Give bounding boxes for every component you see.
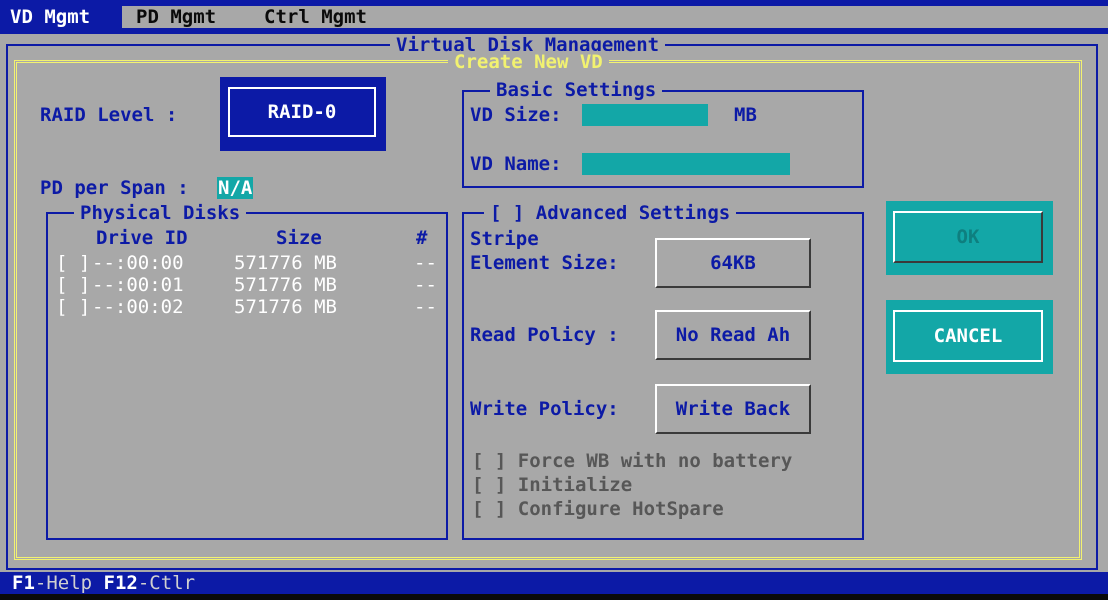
read-policy-label: Read Policy : (470, 324, 619, 346)
f12-key: F12 (103, 572, 138, 594)
configure-hotspare-checkbox[interactable]: [ ] Configure HotSpare (472, 498, 724, 520)
row-num: -- (414, 274, 437, 296)
vd-size-unit: MB (734, 104, 757, 126)
stripe-element-size-label: Element Size: (470, 252, 619, 274)
initialize-checkbox[interactable]: [ ] Initialize (472, 474, 632, 496)
row-checkbox[interactable]: [ ] (56, 252, 90, 274)
row-size: 571776 MB (234, 296, 337, 318)
row-size: 571776 MB (234, 252, 337, 274)
ctlr-text: -Ctlr (137, 572, 196, 594)
physical-disks-title: Physical Disks (74, 202, 247, 224)
pd-per-span-label: PD per Span : (40, 177, 189, 199)
vd-name-input[interactable] (582, 153, 790, 175)
write-policy-label: Write Policy: (470, 398, 619, 420)
raid-level-select[interactable]: RAID-0 (228, 87, 376, 137)
row-num: -- (414, 252, 437, 274)
menu-bar: VD Mgmt PD Mgmt Ctrl Mgmt (0, 0, 1108, 30)
f1-key: F1 (12, 572, 35, 594)
ok-button-label[interactable]: OK (893, 211, 1043, 263)
pd-per-span-field[interactable]: N/A (217, 177, 254, 199)
row-size: 571776 MB (234, 274, 337, 296)
cancel-button[interactable]: CANCEL (886, 300, 1053, 374)
row-checkbox[interactable]: [ ] (56, 296, 90, 318)
vd-size-label: VD Size: (470, 104, 562, 126)
menu-ctrl-mgmt-label[interactable]: Ctrl Mgmt (264, 6, 367, 28)
raid-level-box[interactable]: RAID-0 (220, 77, 386, 151)
col-drive-id: Drive ID (96, 227, 188, 249)
dialog-title: Create New VD (448, 51, 609, 73)
virtual-disk-management-window: Virtual Disk Management Create New VD RA… (0, 34, 1108, 574)
col-num: # (416, 227, 428, 249)
menu-ctrl-mgmt: Ctrl Mgmt (258, 6, 1108, 28)
col-size: Size (276, 227, 322, 249)
help-hint: F1-Help F12-Ctlr (12, 572, 195, 594)
status-bar: F1-Help F12-Ctlr (0, 572, 1108, 594)
vd-size-input[interactable] (582, 104, 708, 126)
write-policy-select[interactable]: Write Back (655, 384, 811, 434)
read-policy-select[interactable]: No Read Ah (655, 310, 811, 360)
menu-vd-mgmt[interactable]: VD Mgmt (0, 6, 122, 28)
row-drive-id: --:00:00 (92, 252, 184, 274)
force-wb-checkbox[interactable]: [ ] Force WB with no battery (472, 450, 792, 472)
ok-button[interactable]: OK (886, 201, 1053, 275)
row-num: -- (414, 296, 437, 318)
bottom-edge (0, 594, 1108, 600)
row-drive-id: --:00:02 (92, 296, 184, 318)
basic-settings-title: Basic Settings (490, 79, 663, 101)
row-checkbox[interactable]: [ ] (56, 274, 90, 296)
menu-pd-mgmt[interactable]: PD Mgmt (122, 6, 258, 28)
raid-level-label: RAID Level : (40, 104, 178, 126)
help-text: -Help (34, 572, 104, 594)
cancel-button-label[interactable]: CANCEL (893, 310, 1043, 362)
stripe-label: Stripe (470, 228, 539, 250)
vd-name-label: VD Name: (470, 153, 562, 175)
row-drive-id: --:00:01 (92, 274, 184, 296)
stripe-size-select[interactable]: 64KB (655, 238, 811, 288)
advanced-settings-toggle[interactable]: [ ] Advanced Settings (484, 202, 737, 224)
